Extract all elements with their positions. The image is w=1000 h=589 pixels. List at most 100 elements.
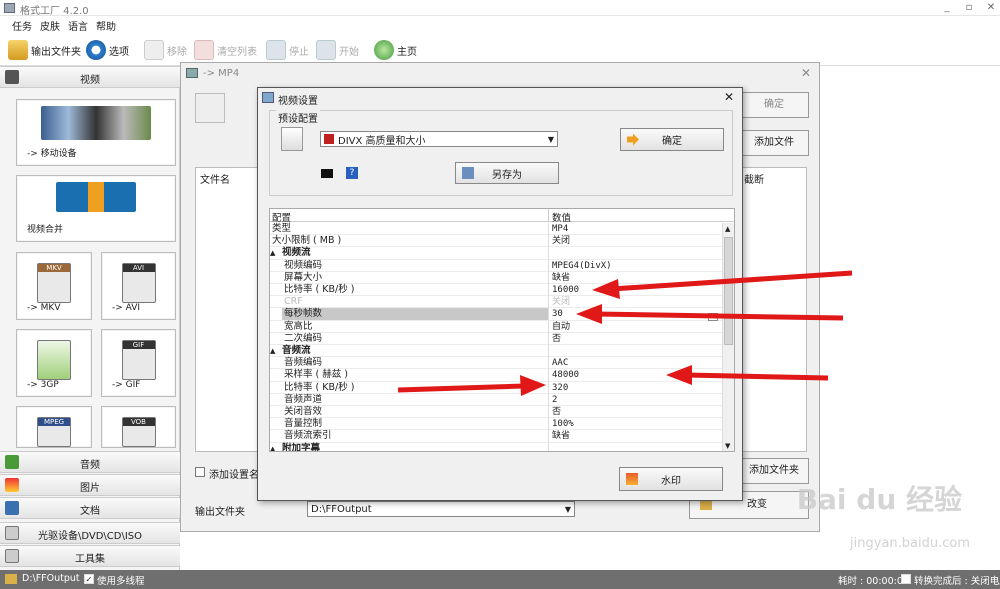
grid-header-value: 数值: [552, 213, 572, 224]
maximize-icon[interactable]: ▫: [962, 1, 976, 14]
settings-row-value[interactable]: 320: [552, 382, 568, 394]
settings-row[interactable]: 音频编码 AAC: [270, 357, 722, 370]
settings-row-value[interactable]: AAC: [552, 357, 568, 369]
settings-row-value[interactable]: 缺省: [552, 272, 570, 284]
format-gif-label: -> GIF: [112, 380, 141, 390]
mobile-devices-icon: [41, 106, 151, 140]
category-video[interactable]: 视频: [0, 66, 180, 88]
settings-row[interactable]: 屏幕大小 缺省: [270, 271, 722, 284]
settings-row-value[interactable]: MPEG4(DivX): [552, 260, 612, 272]
start-button[interactable]: 开始: [316, 38, 359, 62]
settings-row-value[interactable]: 30: [552, 308, 563, 320]
collapse-icon[interactable]: ▲: [270, 347, 275, 355]
category-rom[interactable]: 光驱设备\DVD\CD\ISO: [0, 522, 180, 544]
output-folder-value: D:\FFOutput: [311, 503, 372, 515]
video-merge-label: 视频合并: [27, 225, 64, 235]
settings-row[interactable]: 关闭音效 否: [270, 406, 722, 419]
output-folder-field-label: 输出文件夹: [195, 507, 245, 518]
settings-row-value[interactable]: 关闭: [552, 296, 570, 308]
multithread-checkbox[interactable]: ✓: [84, 574, 94, 584]
format-3gp-button[interactable]: -> 3GP: [16, 329, 92, 397]
category-tools-label: 工具集: [75, 554, 105, 565]
remove-button[interactable]: 移除: [144, 38, 187, 62]
settings-row[interactable]: 二次编码 否: [270, 332, 722, 345]
command-line-icon[interactable]: [321, 169, 333, 178]
settings-row[interactable]: ▲ 视频流: [270, 247, 722, 260]
settings-row[interactable]: 比特率 ( KB/秒 ) 16000: [270, 284, 722, 297]
settings-scrollbar[interactable]: ▲ ▼: [722, 223, 734, 451]
format-mkv-button[interactable]: MKV -> MKV: [16, 252, 92, 320]
category-image[interactable]: 图片: [0, 474, 180, 496]
mp4-window-close-icon[interactable]: ✕: [801, 66, 811, 80]
settings-row[interactable]: 大小限制 ( MB ) 关闭: [270, 235, 722, 248]
clear-list-icon: [194, 40, 214, 60]
options-button[interactable]: 选项: [86, 38, 129, 62]
category-document[interactable]: 文档: [0, 497, 180, 519]
category-audio[interactable]: 音频: [0, 451, 180, 473]
stop-button[interactable]: 停止: [266, 38, 309, 62]
settings-row[interactable]: 每秒帧数 30: [270, 308, 722, 321]
preset-group: 预设配置 DIVX 高质量和大小 ▼ ? 另存为 确定: [269, 110, 733, 196]
collapse-icon[interactable]: ▲: [270, 445, 275, 451]
clear-list-button[interactable]: 清空列表: [194, 38, 257, 62]
settings-row-value[interactable]: 自动: [552, 321, 570, 333]
settings-row[interactable]: 音量控制 100%: [270, 418, 722, 431]
settings-row[interactable]: ▲ 音频流: [270, 345, 722, 358]
settings-row[interactable]: 宽高比 自动: [270, 320, 722, 333]
video-merge-button[interactable]: 视频合并: [16, 175, 176, 242]
settings-row[interactable]: 采样率 ( 赫兹 ) 48000: [270, 369, 722, 382]
menu-skin[interactable]: 皮肤: [40, 18, 60, 33]
settings-row[interactable]: CRF 关闭: [270, 296, 722, 309]
scroll-up-icon[interactable]: ▲: [725, 225, 730, 233]
behind-ok-button[interactable]: 确定: [739, 92, 809, 118]
preset-select[interactable]: DIVX 高质量和大小 ▼: [320, 131, 558, 147]
scroll-thumb[interactable]: [724, 237, 733, 345]
settings-row-value[interactable]: 否: [552, 333, 561, 345]
status-output-path[interactable]: D:\FFOutput: [22, 573, 80, 584]
output-folder-select[interactable]: D:\FFOutput ▼: [307, 501, 575, 517]
minimize-icon[interactable]: _: [940, 1, 954, 14]
settings-row-value[interactable]: 2: [552, 394, 557, 406]
format-gif-button[interactable]: GIF -> GIF: [101, 329, 176, 397]
collapse-icon[interactable]: ▲: [270, 249, 275, 257]
add-file-button[interactable]: 添加文件: [739, 130, 809, 156]
settings-row[interactable]: 视频编码 MPEG4(DivX): [270, 259, 722, 272]
settings-row[interactable]: 比特率 ( KB/秒 ) 320: [270, 381, 722, 394]
mobile-device-button[interactable]: -> 移动设备: [16, 99, 176, 166]
output-folder-button[interactable]: 输出文件夹: [8, 38, 81, 62]
format-mpeg-button[interactable]: MPEG: [16, 406, 92, 448]
home-button[interactable]: 主页: [374, 38, 417, 62]
settings-row-value[interactable]: 缺省: [552, 430, 570, 442]
dialog-close-icon[interactable]: ✕: [724, 90, 734, 104]
category-tools[interactable]: 工具集: [0, 545, 180, 567]
settings-row-value[interactable]: 16000: [552, 284, 579, 296]
shutdown-checkbox[interactable]: [901, 574, 911, 584]
mp4-preset-icon: [281, 127, 303, 151]
settings-row-value[interactable]: 否: [552, 406, 561, 418]
watermark-button[interactable]: 水印: [619, 467, 723, 491]
cell-dropdown-icon[interactable]: [708, 313, 718, 321]
settings-row-value[interactable]: MP4: [552, 223, 568, 235]
help-icon[interactable]: ?: [346, 167, 358, 179]
settings-row[interactable]: 音频流索引 缺省: [270, 430, 722, 443]
dialog-ok-button[interactable]: 确定: [620, 128, 724, 151]
3gp-file-icon: [37, 340, 71, 380]
save-as-button[interactable]: 另存为: [455, 162, 559, 184]
settings-row-key: 大小限制 ( MB ): [272, 235, 342, 247]
menu-language[interactable]: 语言: [68, 18, 88, 33]
settings-grid[interactable]: 配置 数值 类型 MP4 大小限制 ( MB ) 关闭 ▲ 视频流 视频编码 MPEG4(D…: [269, 208, 735, 452]
settings-row-value[interactable]: 关闭: [552, 235, 570, 247]
format-avi-button[interactable]: AVI -> AVI: [101, 252, 176, 320]
settings-row[interactable]: 音频声道 2: [270, 393, 722, 406]
add-setting-name-checkbox[interactable]: [195, 467, 205, 477]
close-icon[interactable]: ✕: [984, 1, 998, 14]
settings-row-value[interactable]: 100%: [552, 418, 574, 430]
menu-task[interactable]: 任务: [12, 18, 32, 33]
settings-row-value[interactable]: 48000: [552, 369, 579, 381]
settings-row-key: 视频流: [282, 247, 311, 259]
format-vob-button[interactable]: VOB: [101, 406, 176, 448]
settings-row[interactable]: ▲ 附加字幕: [270, 442, 722, 451]
settings-row[interactable]: 类型 MP4: [270, 223, 722, 236]
scroll-down-icon[interactable]: ▼: [725, 442, 730, 450]
menu-help[interactable]: 帮助: [96, 18, 116, 33]
